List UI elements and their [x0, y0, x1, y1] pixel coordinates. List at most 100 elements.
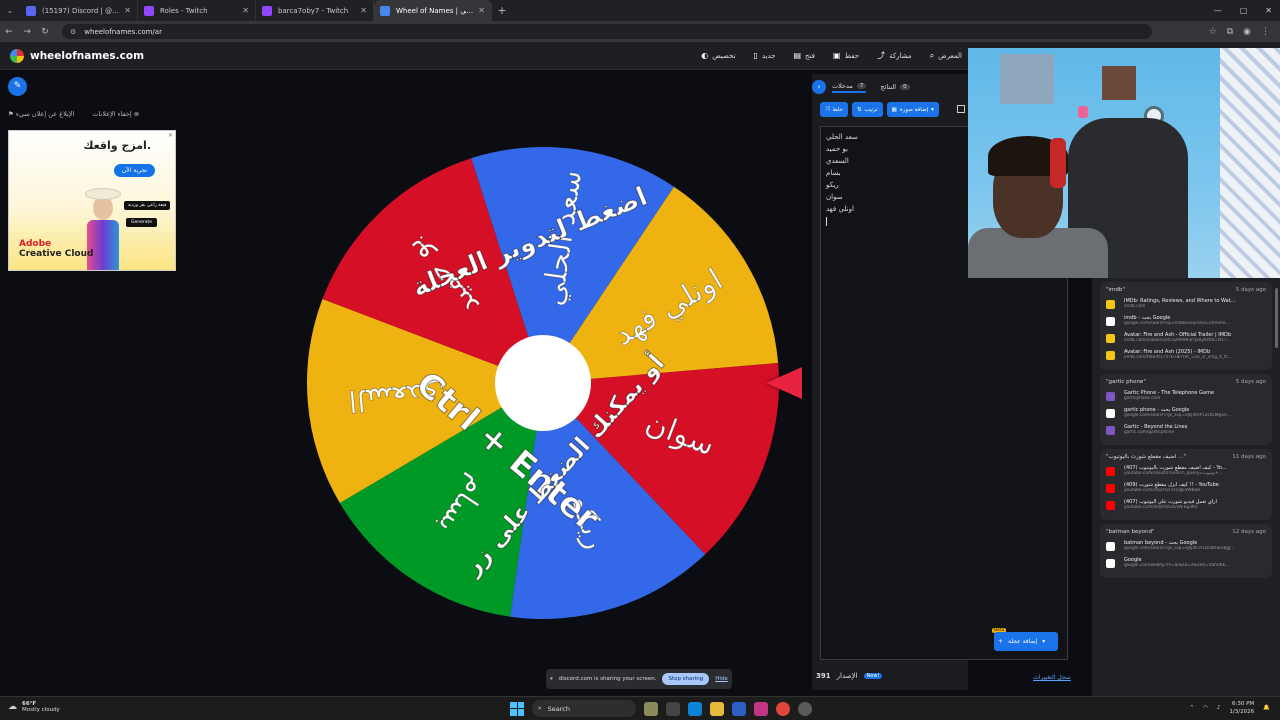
minimize-button[interactable]: — [1214, 6, 1222, 15]
adobe-ad[interactable]: ✕ امزج واقعك. تجربة الآن قبعة راعي بقر و… [8, 130, 176, 271]
history-group: "batman beyond" 12 days ago batman beyond … [1100, 524, 1272, 578]
close-tab-icon[interactable]: ✕ [360, 6, 367, 15]
header-menu-item[interactable]: ▯ جديد [753, 51, 775, 60]
sort-icon: ⇅ [856, 106, 862, 113]
history-item[interactable]: batman beyond - بحث Google google.com/sea… [1106, 540, 1266, 551]
history-query: "batman beyond" [1106, 529, 1155, 535]
header-menu-item[interactable]: ⌕ المعرض [930, 51, 962, 61]
add-image-button[interactable]: ▦ إضافة صورة ▾ [886, 102, 939, 117]
store-icon[interactable] [732, 701, 746, 716]
taskbar-app-widget[interactable] [644, 701, 658, 716]
changelog-link[interactable]: سجل التغييرات [1033, 674, 1071, 681]
edge-icon[interactable] [688, 701, 702, 716]
site-info-icon[interactable]: ⚙ [70, 28, 76, 36]
header-menu-item[interactable]: ◐ تخصيص [701, 51, 735, 60]
history-item[interactable]: Avatar: Fire and Ash - Official Trailer … [1106, 332, 1266, 343]
ad-close-icon[interactable]: ✕ [168, 132, 173, 139]
history-item-text: imdb - بحث Google google.com/search?q=imd… [1124, 315, 1266, 326]
reload-icon[interactable]: ↻ [36, 27, 54, 37]
version-info: 391 الإصدار New! [816, 672, 883, 680]
history-item[interactable]: Avatar: Fire and Ash (2025) - IMDb imdb.c… [1106, 349, 1266, 360]
header-menu-item[interactable]: ⤴ مشاركة [877, 50, 912, 61]
history-item[interactable]: (407) ازاي تعمل فيديو شورت علي اليوتيوب y… [1106, 499, 1266, 510]
sort-button[interactable]: ⇅ ترتيب [851, 102, 883, 117]
taskbar-clock[interactable]: 6:30 PM 1/3/2026 [1229, 700, 1254, 716]
history-item[interactable]: gartic phone - بحث Google google.com/sear… [1106, 407, 1266, 418]
maximize-button[interactable]: ▢ [1240, 6, 1248, 15]
header-menu: ◐ تخصيص ▯ جديد ▤ فتح ▣ حفظ ⤴ مشاركة ⌕ المعرض [701, 50, 962, 61]
tab-results[interactable]: النتائج 0 [880, 83, 910, 91]
notification-bell-icon[interactable]: 🔔 [1263, 705, 1270, 711]
wheel-graphic[interactable]: سعد الحلي اونلي فهدسوانريكوبسامالسعديبو ح… [300, 140, 786, 626]
shuffle-button[interactable]: ⤨ خلط [820, 102, 848, 117]
file-explorer-icon[interactable] [710, 701, 724, 716]
history-group: "imdb" 5 days ago IMDb: Ratings, Reviews, … [1100, 282, 1272, 370]
close-tab-icon[interactable]: ✕ [124, 6, 131, 15]
menu-item-label: تخصيص [712, 51, 736, 60]
stop-sharing-button[interactable]: Stop sharing [662, 673, 710, 685]
site-logo[interactable]: wheelofnames.com [10, 48, 144, 63]
speaker-icon[interactable]: ♪ [1217, 705, 1221, 711]
entry-line: بسام [826, 169, 841, 177]
site-favicon-icon [1106, 351, 1115, 360]
report-ad-link[interactable]: ⚑ الإبلاغ عن إعلان سيء [8, 110, 74, 118]
history-item[interactable]: (407) كيف اضيف مقطع شورت باليوتيوب - Yo.… [1106, 465, 1266, 476]
forward-icon[interactable]: → [18, 27, 36, 37]
history-item[interactable]: Google google.com/webhp?hl=ar&sa=X&ved=0a… [1106, 557, 1266, 568]
edit-wheel-button[interactable]: ✎ [8, 77, 27, 96]
history-item[interactable]: IMDb: Ratings, Reviews, and Where to Wat… [1106, 298, 1266, 309]
browser-tab[interactable]: (15197) Discord | @imvo✕ [20, 0, 138, 21]
history-group-header[interactable]: "اضيف مقطع شورت باليوتيوب ..." 11 days ag… [1106, 454, 1266, 460]
task-view-icon[interactable] [666, 701, 680, 716]
ad-cta-button[interactable]: تجربة الآن [113, 164, 155, 177]
history-scrollbar[interactable] [1275, 288, 1278, 348]
history-group-header[interactable]: "imdb" 5 days ago [1106, 287, 1266, 293]
bookmark-star-icon[interactable]: ☆ [1209, 27, 1217, 37]
shuffle-icon: ⤨ [825, 106, 830, 112]
history-item[interactable]: imdb - بحث Google google.com/search?q=imd… [1106, 315, 1266, 326]
browser-tab[interactable]: barca7oby7 - Twitch ✕ [256, 0, 374, 21]
wifi-icon[interactable]: ◠ [1203, 705, 1208, 711]
menu-kebab-icon[interactable]: ⋮ [1261, 27, 1270, 37]
site-favicon-icon [1106, 467, 1115, 476]
profile-icon[interactable]: ◉ [1243, 27, 1251, 37]
ad-headline: امزج واقعك. [83, 139, 151, 152]
history-group-header[interactable]: "gartic phone" 5 days ago [1106, 379, 1266, 385]
history-item[interactable]: Gartic Phone - The Telephone Game garticp… [1106, 390, 1266, 401]
history-item[interactable]: Gartic - Beyond the Lines gartic.com/gart… [1106, 424, 1266, 435]
close-window-button[interactable]: ✕ [1265, 6, 1272, 15]
browser-tab[interactable]: Wheel of Names | عجلة العشوائي ✕ [374, 0, 492, 21]
taskbar-search-label: Search [547, 704, 570, 713]
instagram-icon[interactable] [754, 701, 768, 716]
taskbar-search[interactable]: ⌕ Search [532, 700, 636, 717]
url-field[interactable]: ⚙ wheelofnames.com/ar [62, 24, 1152, 39]
advanced-checkbox[interactable] [957, 105, 965, 113]
start-button[interactable] [510, 701, 524, 716]
wheel[interactable]: سعد الحلي اونلي فهد سوان ريكو بسام السعدي بو ح… [300, 140, 786, 626]
ad-generate-chip: Generate [126, 218, 158, 227]
history-group-header[interactable]: "batman beyond" 12 days ago [1106, 529, 1266, 535]
extensions-icon[interactable]: ⧉ [1227, 27, 1233, 37]
system-tray: ⌃ ◠ ♪ 6:30 PM 1/3/2026 🔔 [1190, 700, 1271, 716]
collapse-panel-icon[interactable]: › [812, 80, 826, 94]
add-wheel-button[interactable]: + إضافة عجلة ▾ [994, 632, 1058, 651]
chrome-icon[interactable] [776, 701, 790, 716]
tray-chevron-icon[interactable]: ⌃ [1190, 705, 1195, 711]
back-icon[interactable]: ← [0, 27, 18, 37]
tab-entries[interactable]: مدخلات 7 [832, 82, 867, 93]
weather-widget[interactable]: ☁ 66°F Mostly cloudy [8, 701, 60, 713]
header-menu-item[interactable]: ▤ فتح [793, 51, 815, 60]
hide-share-bar-button[interactable]: Hide [715, 676, 728, 682]
hide-ads-link[interactable]: إخفاء الإعلانات ⊗ [92, 110, 139, 118]
close-tab-icon[interactable]: ✕ [242, 6, 249, 15]
wheel-center-hub[interactable] [495, 335, 591, 431]
obs-icon[interactable] [798, 701, 812, 716]
new-tab-button[interactable]: + [492, 4, 512, 17]
history-item-text: IMDb: Ratings, Reviews, and Where to Wat… [1124, 298, 1266, 309]
header-menu-item[interactable]: ▣ حفظ [833, 51, 859, 60]
entries-textarea[interactable]: سعد الحلي بو حميد السعدي بسام ريكو سوان اونلي … [820, 126, 968, 660]
close-tab-icon[interactable]: ✕ [478, 6, 485, 15]
tab-search-icon[interactable]: ⌄ [0, 6, 20, 15]
history-item[interactable]: (409) كيف انزل مقطع شورت !! - YouTube you… [1106, 482, 1266, 493]
browser-tab[interactable]: Roles - Twitch ✕ [138, 0, 256, 21]
